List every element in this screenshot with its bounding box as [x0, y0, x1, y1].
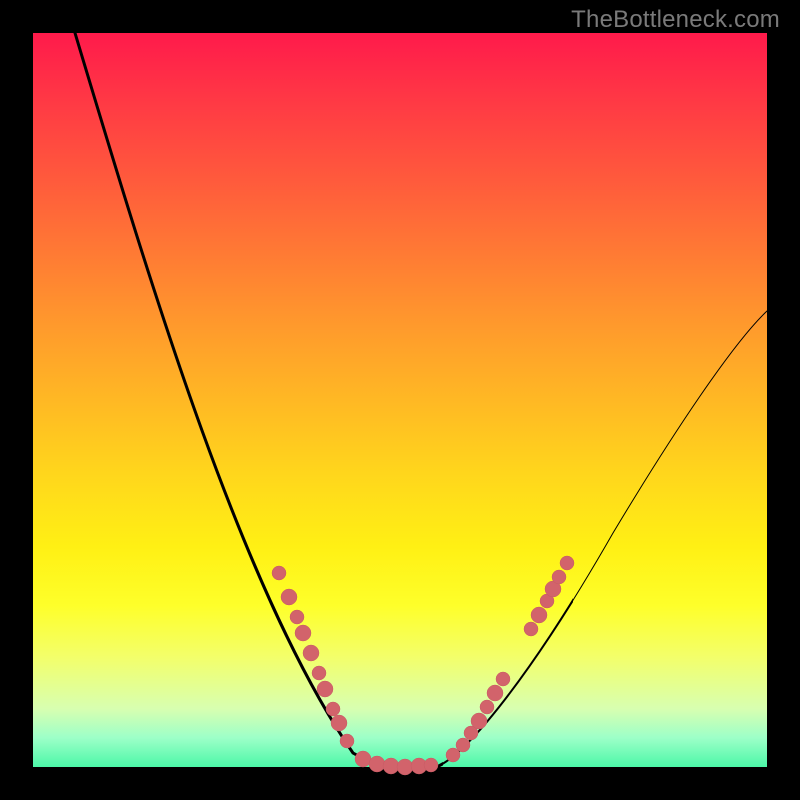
- curve-marker: [383, 758, 399, 774]
- curve-marker: [424, 758, 438, 772]
- curve-layer: [33, 33, 767, 767]
- chart-frame: TheBottleneck.com: [0, 0, 800, 800]
- curve-marker: [290, 610, 304, 624]
- curve-marker: [397, 759, 413, 775]
- watermark-text: TheBottleneck.com: [571, 6, 780, 34]
- curve-marker: [312, 666, 326, 680]
- curve-marker: [281, 589, 297, 605]
- curve-marker: [552, 570, 566, 584]
- plot-area: [33, 33, 767, 767]
- curve-marker: [355, 751, 371, 767]
- marker-group: [272, 556, 574, 775]
- curve-marker: [369, 756, 385, 772]
- curve-marker: [456, 738, 470, 752]
- curve-marker: [487, 685, 503, 701]
- curve-marker: [331, 715, 347, 731]
- curve-marker: [303, 645, 319, 661]
- curve-mid: [75, 33, 767, 769]
- curve-marker: [326, 702, 340, 716]
- curve-thick: [75, 33, 767, 769]
- curve-marker: [480, 700, 494, 714]
- curve-marker: [496, 672, 510, 686]
- curve-thin-right: [433, 311, 767, 768]
- curve-marker: [295, 625, 311, 641]
- curve-marker: [471, 713, 487, 729]
- curve-marker: [560, 556, 574, 570]
- curve-marker: [340, 734, 354, 748]
- curve-marker: [317, 681, 333, 697]
- curve-marker: [531, 607, 547, 623]
- curve-marker: [524, 622, 538, 636]
- curve-marker: [272, 566, 286, 580]
